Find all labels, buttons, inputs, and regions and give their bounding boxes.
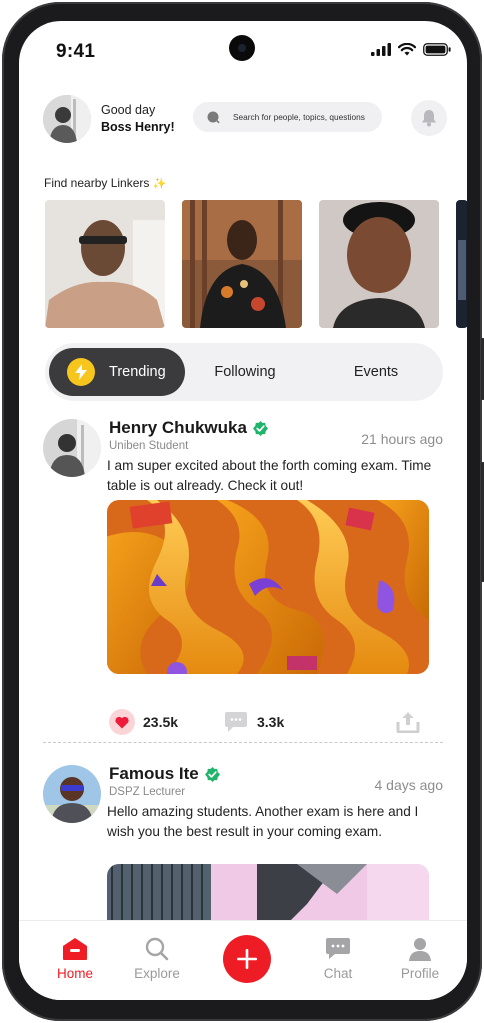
sparkle-icon: ✨ (152, 178, 167, 190)
home-icon (63, 938, 87, 960)
nav-chat-label: Chat (323, 966, 353, 981)
post-author-name: Famous Ite (109, 764, 199, 783)
nav-profile[interactable]: Profile (385, 937, 455, 981)
search-input[interactable]: Search for people, topics, questions (193, 102, 382, 132)
nav-profile-label: Profile (400, 966, 440, 981)
nav-explore[interactable]: Explore (122, 937, 192, 981)
home-header: Good day Boss Henry! Search for people, … (43, 93, 447, 145)
person-photo (456, 200, 467, 328)
post-author[interactable]: Henry Chukwuka (109, 418, 268, 438)
status-icons (371, 43, 451, 56)
person-photo (319, 200, 439, 328)
post-text: Hello amazing students. Another exam is … (107, 804, 419, 839)
nearby-person-card[interactable] (182, 200, 302, 328)
like-count: 23.5k (143, 714, 179, 730)
search-placeholder: Search for people, topics, questions (233, 112, 365, 122)
nav-chat[interactable]: Chat (303, 937, 373, 981)
status-bar: 9:41 (19, 21, 467, 79)
search-icon (145, 937, 169, 961)
nearby-title-text: Find nearby Linkers (44, 176, 150, 190)
verified-icon (252, 420, 268, 436)
post-actions: 23.5k 3.3k (107, 709, 443, 737)
person-photo (182, 200, 302, 328)
comment-icon (223, 709, 249, 735)
author-photo (43, 419, 101, 477)
battery-icon (423, 43, 451, 56)
user-name: Boss Henry! (101, 120, 175, 134)
tab-following[interactable]: Following (181, 348, 309, 396)
nearby-person-card[interactable] (319, 200, 439, 328)
tab-following-label: Following (214, 364, 276, 380)
greeting-text: Good day (101, 103, 156, 117)
post-image-art (107, 500, 429, 674)
tab-trending[interactable]: Trending (49, 348, 185, 396)
nav-home-label: Home (56, 966, 93, 981)
post-author-avatar[interactable] (43, 765, 101, 823)
user-avatar[interactable] (43, 95, 91, 143)
tab-trending-label: Trending (109, 364, 166, 380)
feed-tabs: Trending Following Events (45, 343, 443, 401)
post-timestamp: 21 hours ago (361, 431, 443, 447)
heart-icon (109, 709, 135, 735)
create-post-button[interactable] (223, 935, 271, 983)
post-timestamp: 4 days ago (374, 777, 444, 793)
post-author-name: Henry Chukwuka (109, 418, 247, 437)
feed-post: Henry Chukwuka Uniben Student 21 hours a… (43, 418, 455, 735)
post-text: I am super excited about the forth comin… (107, 458, 432, 493)
tab-events[interactable]: Events (313, 348, 439, 396)
app-screen: 9:41 Good day Boss Henry! Search for peo… (19, 21, 467, 1000)
share-icon (395, 709, 421, 735)
signal-icon (371, 43, 391, 56)
post-author-role: DSPZ Lecturer (109, 786, 186, 798)
post-author-role: Uniben Student (109, 440, 189, 452)
chat-icon (326, 938, 350, 959)
notification-button[interactable] (411, 100, 447, 136)
nearby-person-card[interactable] (456, 200, 467, 328)
search-icon (207, 111, 220, 124)
bottom-navigation: Home Explore Chat Profile (19, 920, 467, 1000)
comment-count: 3.3k (257, 714, 285, 730)
plus-icon (237, 949, 257, 969)
verified-icon (204, 766, 220, 782)
post-author[interactable]: Famous Ite (109, 764, 220, 784)
comment-button[interactable]: 3.3k (223, 709, 284, 735)
front-camera (229, 35, 255, 61)
nearby-person-card[interactable] (45, 200, 165, 328)
post-image[interactable] (107, 500, 429, 674)
post-author-avatar[interactable] (43, 419, 101, 477)
nearby-title: Find nearby Linkers ✨ (44, 176, 166, 190)
profile-icon (409, 938, 431, 961)
bell-icon (422, 110, 436, 127)
person-photo (45, 200, 165, 328)
post-divider (43, 742, 443, 743)
nearby-linkers-list (45, 200, 467, 328)
nav-home[interactable]: Home (40, 937, 110, 981)
user-avatar-photo (43, 95, 91, 143)
author-photo (43, 765, 101, 823)
like-button[interactable]: 23.5k (109, 709, 178, 735)
phone-frame: 9:41 Good day Boss Henry! Search for peo… (2, 2, 484, 1021)
nav-explore-label: Explore (134, 966, 180, 981)
lightning-icon (67, 358, 95, 386)
wifi-icon (398, 43, 416, 56)
share-button[interactable] (395, 709, 429, 735)
status-time: 9:41 (56, 41, 96, 62)
tab-events-label: Events (353, 364, 399, 380)
